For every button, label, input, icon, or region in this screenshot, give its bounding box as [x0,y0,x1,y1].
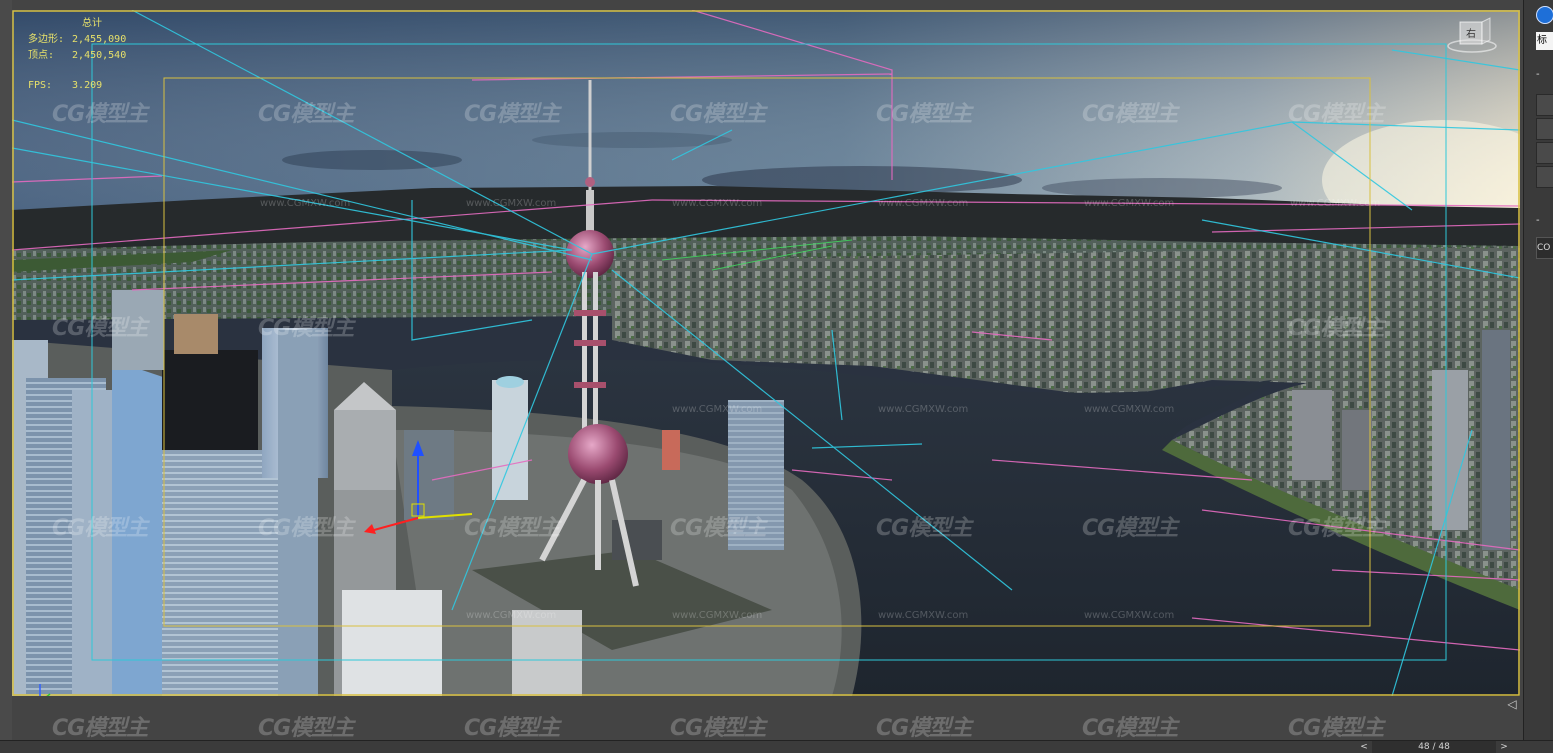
viewcube-icon[interactable]: 右 [1442,16,1498,56]
rollout-collapse-button[interactable]: - [1536,70,1540,80]
stats-vertices-label: 顶点: [28,50,55,61]
maximize-viewport-icon[interactable]: ◁ [1504,696,1520,712]
stats-fps-value: 3.209 [72,80,103,91]
stats-vertices-row: 顶点: 2,450,540 [28,48,126,64]
frame-counter[interactable]: 48 / 48 [1372,741,1496,753]
stats-polygons-value: 2,455,090 [72,34,127,45]
panel-button[interactable] [1536,166,1553,188]
stats-polygons-label: 多边形: [28,34,65,45]
watermark-logo: CG模型主 [464,716,560,741]
3d-viewport[interactable]: 总计 多边形: 2,455,090 顶点: 2,450,540 FPS: 3.2… [12,10,1520,696]
time-slider-bar: < 48 / 48 > [0,740,1553,753]
watermark-logo: CG模型主 [52,716,148,741]
command-panel: 标 - - CO [1523,0,1553,740]
panel-button[interactable] [1536,94,1553,116]
stats-vertices-value: 2,450,540 [72,50,127,61]
left-edge-strip [0,0,12,740]
watermark-logo: CG模型主 [876,716,972,741]
axis-gizmo-icon [39,684,51,696]
viewcube-face-label: 右 [1466,27,1476,40]
stats-fps-label: FPS: [28,80,53,91]
watermark-logo: CG模型主 [1288,716,1384,741]
viewport-statistics: 总计 多边形: 2,455,090 顶点: 2,450,540 FPS: 3.2… [28,16,126,94]
panel-button[interactable] [1536,118,1553,140]
stats-polygons-row: 多边形: 2,455,090 [28,32,126,48]
radio-toggle-icon[interactable] [1536,6,1553,24]
next-frame-button[interactable]: > [1498,741,1510,753]
stats-fps-row: FPS: 3.209 [28,78,126,94]
watermark-logo: CG模型主 [1082,716,1178,741]
watermark-logo: CG模型主 [258,716,354,741]
panel-label-field[interactable]: 标 [1536,32,1553,50]
panel-input-field[interactable]: CO [1536,237,1553,259]
city-scene-render [12,10,1520,696]
panel-button[interactable] [1536,142,1553,164]
stats-title: 总计 [82,18,102,29]
prev-frame-button[interactable]: < [1358,741,1370,753]
watermark-logo: CG模型主 [670,716,766,741]
rollout-collapse-button[interactable]: - [1536,216,1540,226]
